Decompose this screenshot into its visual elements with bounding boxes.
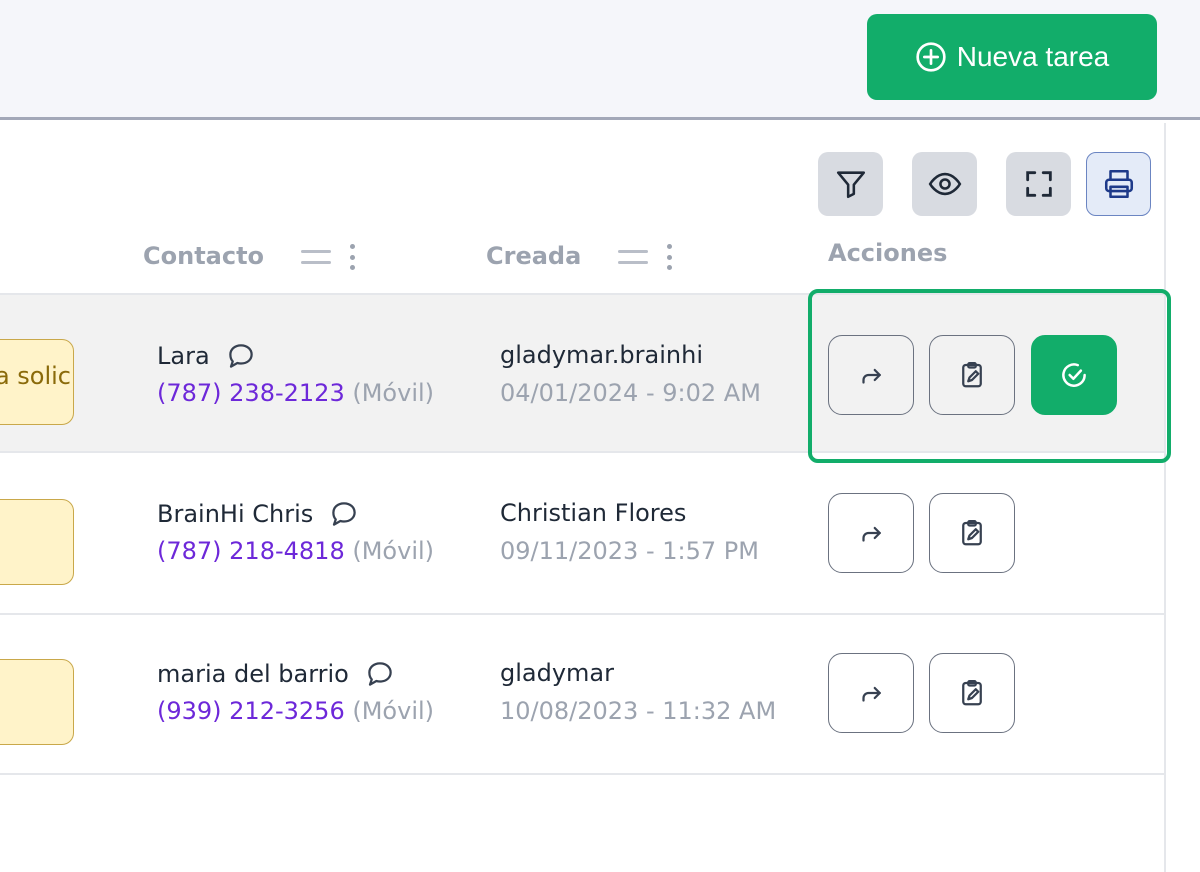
eye-icon (928, 172, 961, 196)
filter-icon (836, 171, 865, 199)
panel-border (1164, 123, 1166, 872)
creator-name: Christian Flores (500, 499, 687, 527)
contact-name: BrainHi Chris (157, 499, 359, 529)
created-date: 04/01/2024 - 9:02 AM (500, 379, 761, 407)
contact-name-text: BrainHi Chris (157, 500, 314, 528)
contact-column-tools (301, 244, 355, 270)
edit-task-button[interactable] (929, 653, 1015, 733)
created-column-tools (618, 244, 672, 270)
contact-phone: (939) 212-3256 (Móvil) (157, 697, 434, 725)
table-row[interactable]: maria del barrio (939) 212-3256 (Móvil) … (0, 615, 1164, 775)
contact-name-text: maria del barrio (157, 660, 349, 688)
forward-button[interactable] (828, 653, 914, 733)
creator-name: gladymar (500, 659, 614, 687)
clipboard-edit-icon (962, 680, 982, 706)
table-row[interactable]: a solic Lara (787) 238-2123 (Móvil) glad… (0, 293, 1164, 453)
phone-link[interactable]: (787) 218-4818 (157, 537, 345, 565)
printer-icon (1104, 169, 1133, 199)
contact-phone: (787) 238-2123 (Móvil) (157, 379, 434, 407)
new-task-button[interactable]: Nueva tarea (867, 14, 1157, 100)
status-badge (0, 499, 74, 585)
chat-bubble-icon[interactable] (329, 499, 359, 529)
created-date: 09/11/2023 - 1:57 PM (500, 537, 759, 565)
table-row[interactable]: BrainHi Chris (787) 218-4818 (Móvil) Chr… (0, 455, 1164, 615)
status-badge (0, 659, 74, 745)
creator-name: gladymar.brainhi (500, 341, 703, 369)
clipboard-edit-icon (962, 362, 982, 388)
phone-type: (Móvil) (352, 537, 435, 565)
contact-name-text: Lara (157, 342, 210, 370)
column-header-actions: Acciones (828, 239, 948, 267)
forward-arrow-icon (862, 686, 881, 702)
created-date: 10/08/2023 - 11:32 AM (500, 697, 777, 725)
status-badge-label: a solic (0, 362, 71, 390)
column-header-created[interactable]: Creada (486, 242, 581, 270)
filter-button[interactable] (818, 152, 883, 216)
drag-handle-icon[interactable] (301, 250, 331, 264)
contact-name: Lara (157, 341, 256, 371)
forward-arrow-icon (862, 526, 881, 542)
drag-handle-icon[interactable] (618, 250, 648, 264)
complete-task-button[interactable] (1031, 335, 1117, 415)
phone-link[interactable]: (939) 212-3256 (157, 697, 345, 725)
status-badge: a solic (0, 339, 74, 425)
chat-bubble-icon[interactable] (226, 341, 256, 371)
visibility-button[interactable] (912, 152, 977, 216)
top-bar: Nueva tarea (0, 0, 1200, 120)
column-header-contact[interactable]: Contacto (143, 242, 264, 270)
contact-name: maria del barrio (157, 659, 395, 689)
fullscreen-icon (1025, 171, 1052, 197)
edit-task-button[interactable] (929, 493, 1015, 573)
edit-task-button[interactable] (929, 335, 1015, 415)
phone-type: (Móvil) (352, 697, 435, 725)
contact-phone: (787) 218-4818 (Móvil) (157, 537, 434, 565)
check-circle-icon (1062, 363, 1086, 387)
phone-link[interactable]: (787) 238-2123 (157, 379, 345, 407)
chat-bubble-icon[interactable] (365, 659, 395, 689)
forward-arrow-icon (862, 368, 881, 384)
new-task-label: Nueva tarea (956, 41, 1110, 72)
fullscreen-button[interactable] (1006, 152, 1071, 216)
column-menu-icon[interactable] (666, 244, 672, 270)
plus-circle-icon (916, 42, 946, 72)
print-button[interactable] (1086, 152, 1151, 216)
phone-type: (Móvil) (352, 379, 435, 407)
clipboard-edit-icon (962, 520, 982, 546)
forward-button[interactable] (828, 335, 914, 415)
forward-button[interactable] (828, 493, 914, 573)
column-menu-icon[interactable] (349, 244, 355, 270)
